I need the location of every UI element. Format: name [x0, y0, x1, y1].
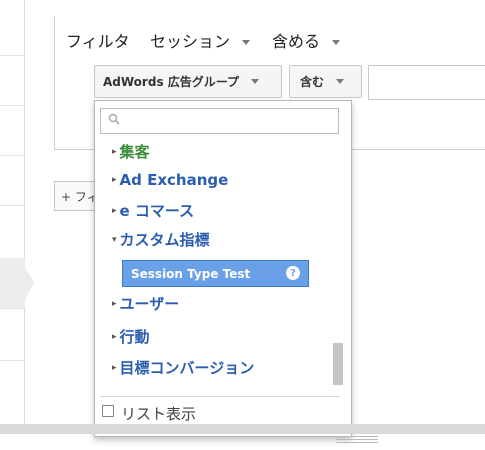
metric-option-label: Session Type Test — [131, 266, 251, 281]
chevron-down-icon — [251, 79, 260, 84]
category-users[interactable]: ▸ ユーザー — [112, 293, 179, 314]
category-label: 集客 — [119, 143, 150, 161]
chevron-right-icon: ▸ — [112, 331, 117, 342]
category-behavior[interactable]: ▸ 行動 — [112, 326, 150, 347]
nav-separator — [0, 360, 25, 361]
chevron-down-icon — [336, 79, 345, 84]
category-label: Ad Exchange — [119, 171, 229, 189]
mode-label: 含める — [272, 32, 321, 51]
nav-separator — [0, 205, 25, 206]
dropdown-divider — [100, 396, 340, 397]
mode-dropdown[interactable]: 含める — [272, 28, 341, 52]
chevron-right-icon: ▸ — [112, 362, 117, 373]
filter-value-input[interactable] — [368, 65, 485, 100]
add-filter-button[interactable]: + フィルタを追加 — [54, 181, 99, 211]
chevron-right-icon: ▸ — [112, 175, 117, 185]
list-view-label: リスト表示 — [121, 405, 197, 423]
dropdown-scrollbar[interactable] — [333, 343, 343, 385]
left-nav — [0, 0, 25, 425]
category-goal-conversions[interactable]: ▸ 目標コンバージョン — [112, 357, 254, 378]
category-ecommerce[interactable]: ▸ e コマース — [112, 200, 194, 221]
chevron-right-icon: ▸ — [112, 298, 117, 309]
nav-item-active[interactable] — [0, 258, 25, 308]
horizontal-scrollbar[interactable] — [0, 424, 485, 434]
category-label: e コマース — [119, 202, 195, 220]
category-custom-metrics[interactable]: ▾ カスタム指標 — [112, 229, 210, 250]
dimension-search-input[interactable] — [100, 108, 339, 134]
resize-grip[interactable] — [336, 436, 378, 446]
match-type-label: 含む — [300, 75, 325, 89]
category-acquisition[interactable]: ▸ 集客 — [112, 141, 150, 162]
match-type-button[interactable]: 含む — [289, 65, 362, 98]
help-icon[interactable]: ? — [286, 266, 300, 280]
scope-label: セッション — [150, 32, 231, 51]
chevron-down-icon: ▾ — [112, 234, 117, 245]
nav-separator — [0, 55, 25, 56]
category-label: カスタム指標 — [119, 231, 210, 249]
chevron-down-icon — [242, 40, 251, 45]
chevron-right-icon: ▸ — [112, 146, 117, 157]
category-label: 行動 — [119, 328, 150, 346]
list-view-checkbox[interactable] — [102, 405, 114, 417]
category-ad-exchange[interactable]: ▸ Ad Exchange — [112, 171, 228, 189]
metric-option-selected[interactable]: Session Type Test ? — [122, 260, 309, 287]
nav-separator — [0, 155, 25, 156]
scope-dropdown[interactable]: セッション — [150, 28, 251, 52]
category-label: ユーザー — [119, 295, 180, 313]
chevron-down-icon — [332, 40, 341, 45]
dimension-label: AdWords 広告グループ — [103, 75, 240, 89]
nav-separator — [0, 308, 25, 309]
filter-label: フィルタ — [66, 32, 130, 51]
nav-separator — [0, 105, 25, 106]
dimension-select-button[interactable]: AdWords 広告グループ — [94, 65, 282, 98]
active-pointer — [24, 265, 34, 301]
search-icon — [108, 113, 120, 125]
category-label: 目標コンバージョン — [119, 359, 255, 377]
chevron-right-icon: ▸ — [112, 205, 117, 216]
